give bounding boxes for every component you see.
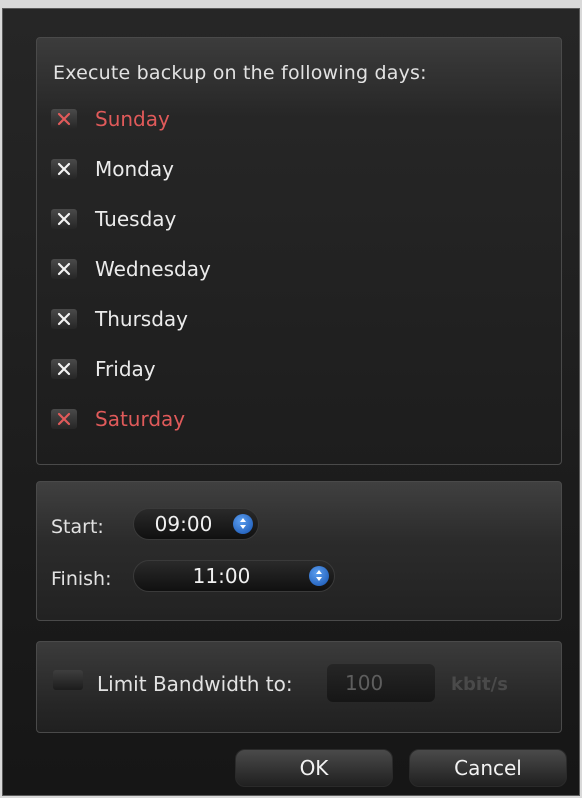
bandwidth-panel: Limit Bandwidth to: 100 kbit/s xyxy=(36,641,562,733)
day-label-tuesday: Tuesday xyxy=(95,207,177,231)
x-mark-icon xyxy=(51,359,77,379)
x-mark-icon xyxy=(51,259,77,279)
finish-label: Finish: xyxy=(51,568,112,590)
bandwidth-unit-label: kbit/s xyxy=(451,674,508,695)
up-down-arrows-icon[interactable] xyxy=(233,514,253,534)
day-checkbox-thursday[interactable]: Thursday xyxy=(51,304,311,334)
limit-bandwidth-checkbox[interactable] xyxy=(53,670,83,690)
day-label-saturday: Saturday xyxy=(95,407,186,431)
x-mark-icon xyxy=(51,159,77,179)
finish-time-value: 11:00 xyxy=(192,564,251,588)
day-checkbox-monday[interactable]: Monday xyxy=(51,154,311,184)
bandwidth-input[interactable]: 100 xyxy=(327,664,435,702)
day-checkbox-sunday[interactable]: Sunday xyxy=(51,104,311,134)
limit-bandwidth-label: Limit Bandwidth to: xyxy=(97,672,293,696)
day-label-wednesday: Wednesday xyxy=(95,257,211,281)
days-heading: Execute backup on the following days: xyxy=(53,62,427,84)
day-checkbox-tuesday[interactable]: Tuesday xyxy=(51,204,311,234)
start-time-value: 09:00 xyxy=(154,512,213,536)
ok-button[interactable]: OK xyxy=(235,749,393,787)
up-down-arrows-icon[interactable] xyxy=(309,566,329,586)
finish-time-spinner[interactable]: 11:00 xyxy=(133,560,335,592)
day-label-friday: Friday xyxy=(95,357,156,381)
day-checkbox-saturday[interactable]: Saturday xyxy=(51,404,311,434)
backup-schedule-dialog: Execute backup on the following days: Su… xyxy=(2,8,580,796)
start-time-spinner[interactable]: 09:00 xyxy=(133,508,259,540)
day-label-thursday: Thursday xyxy=(95,307,188,331)
x-mark-icon xyxy=(51,209,77,229)
day-checkbox-friday[interactable]: Friday xyxy=(51,354,311,384)
x-mark-icon xyxy=(51,409,77,429)
x-mark-icon xyxy=(51,109,77,129)
day-checkbox-wednesday[interactable]: Wednesday xyxy=(51,254,311,284)
day-label-monday: Monday xyxy=(95,157,174,181)
day-label-sunday: Sunday xyxy=(95,107,170,131)
days-panel: Execute backup on the following days: Su… xyxy=(36,37,562,465)
start-label: Start: xyxy=(51,516,104,538)
time-panel: Start: 09:00 Finish: 11:00 xyxy=(36,481,562,621)
cancel-button[interactable]: Cancel xyxy=(409,749,567,787)
x-mark-icon xyxy=(51,309,77,329)
